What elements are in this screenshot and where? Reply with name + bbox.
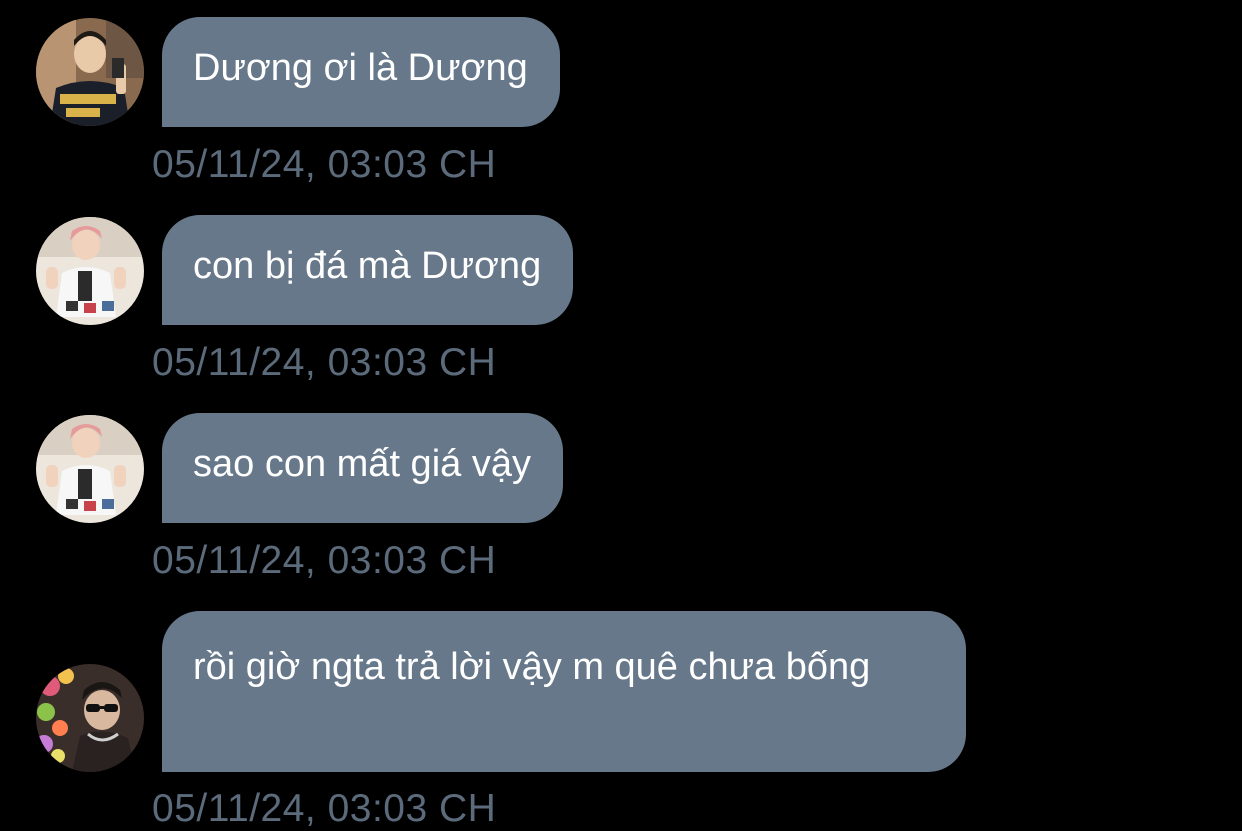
message-text: sao con mất giá vậy [193, 443, 531, 485]
message-timestamp: 05/11/24, 03:03 CH [152, 539, 497, 582]
message-text: rồi giờ ngta trả lời vậy m quê chưa bống [193, 646, 871, 688]
message-bubble[interactable]: con bị đá mà Dương [162, 215, 574, 325]
message-bubble[interactable]: sao con mất giá vậy [162, 413, 563, 523]
message-text: con bị đá mà Dương [193, 245, 542, 287]
message-timestamp: 05/11/24, 03:03 CH [152, 143, 497, 186]
message-timestamp: 05/11/24, 03:03 CH [152, 341, 497, 384]
avatar-sunglasses-flowers-icon[interactable] [36, 664, 144, 772]
avatar-pink-hair-white-suit-icon[interactable] [36, 415, 144, 523]
avatar-boy-black-shirt-icon[interactable] [36, 18, 144, 126]
message-bubble[interactable]: rồi giờ ngta trả lời vậy m quê chưa bống [162, 611, 966, 772]
avatar-pink-hair-white-suit-icon[interactable] [36, 217, 144, 325]
message-timestamp: 05/11/24, 03:03 CH [152, 787, 497, 830]
message-bubble[interactable]: Dương ơi là Dương [162, 17, 560, 127]
message-text: Dương ơi là Dương [193, 47, 528, 89]
